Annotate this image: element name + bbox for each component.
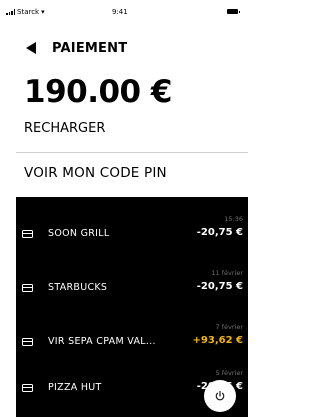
battery-icon xyxy=(227,9,240,14)
carrier-name: Starck xyxy=(17,8,40,16)
transaction-date: 7 février xyxy=(215,323,244,331)
status-time: 9:41 xyxy=(112,8,128,16)
transaction-date: 11 février xyxy=(211,269,243,277)
transaction-date: 5 février xyxy=(215,369,244,377)
transaction-row[interactable]: 11 février STARBUCKS -20,75 € xyxy=(16,263,248,317)
transaction-amount: -20,75 € xyxy=(196,281,243,292)
transaction-row[interactable]: 15:36 SOON GRILL -20,75 € xyxy=(16,209,248,263)
wifi-icon: ▾ xyxy=(41,8,45,16)
carrier: Starck ▾ xyxy=(6,8,45,16)
transaction-name: SOON GRILL xyxy=(48,228,110,239)
view-pin-button[interactable]: VOIR MON CODE PIN xyxy=(24,165,167,181)
card-icon xyxy=(22,230,33,238)
transaction-date: 15:36 xyxy=(224,215,243,223)
signal-icon xyxy=(6,9,15,15)
card-icon xyxy=(22,338,33,346)
transaction-name: PIZZA HUT xyxy=(48,382,102,393)
page-title: PAIEMENT xyxy=(52,40,128,56)
divider xyxy=(16,152,248,153)
transaction-name: STARBUCKS xyxy=(48,282,108,293)
back-arrow-icon[interactable] xyxy=(26,42,36,54)
status-bar: Starck ▾ 9:41 xyxy=(0,0,248,28)
card-icon xyxy=(22,384,33,392)
transaction-amount: +93,62 € xyxy=(192,335,243,346)
balance-amount: 190.00 € xyxy=(24,74,173,110)
card-icon xyxy=(22,284,33,292)
transaction-amount: -20,75 € xyxy=(196,227,243,238)
power-button[interactable] xyxy=(204,380,236,412)
transaction-name: VIR SEPA CPAM VAL... xyxy=(48,336,156,347)
power-icon xyxy=(215,390,225,401)
header: PAIEMENT xyxy=(26,38,127,58)
recharge-button[interactable]: RECHARGER xyxy=(24,121,105,136)
